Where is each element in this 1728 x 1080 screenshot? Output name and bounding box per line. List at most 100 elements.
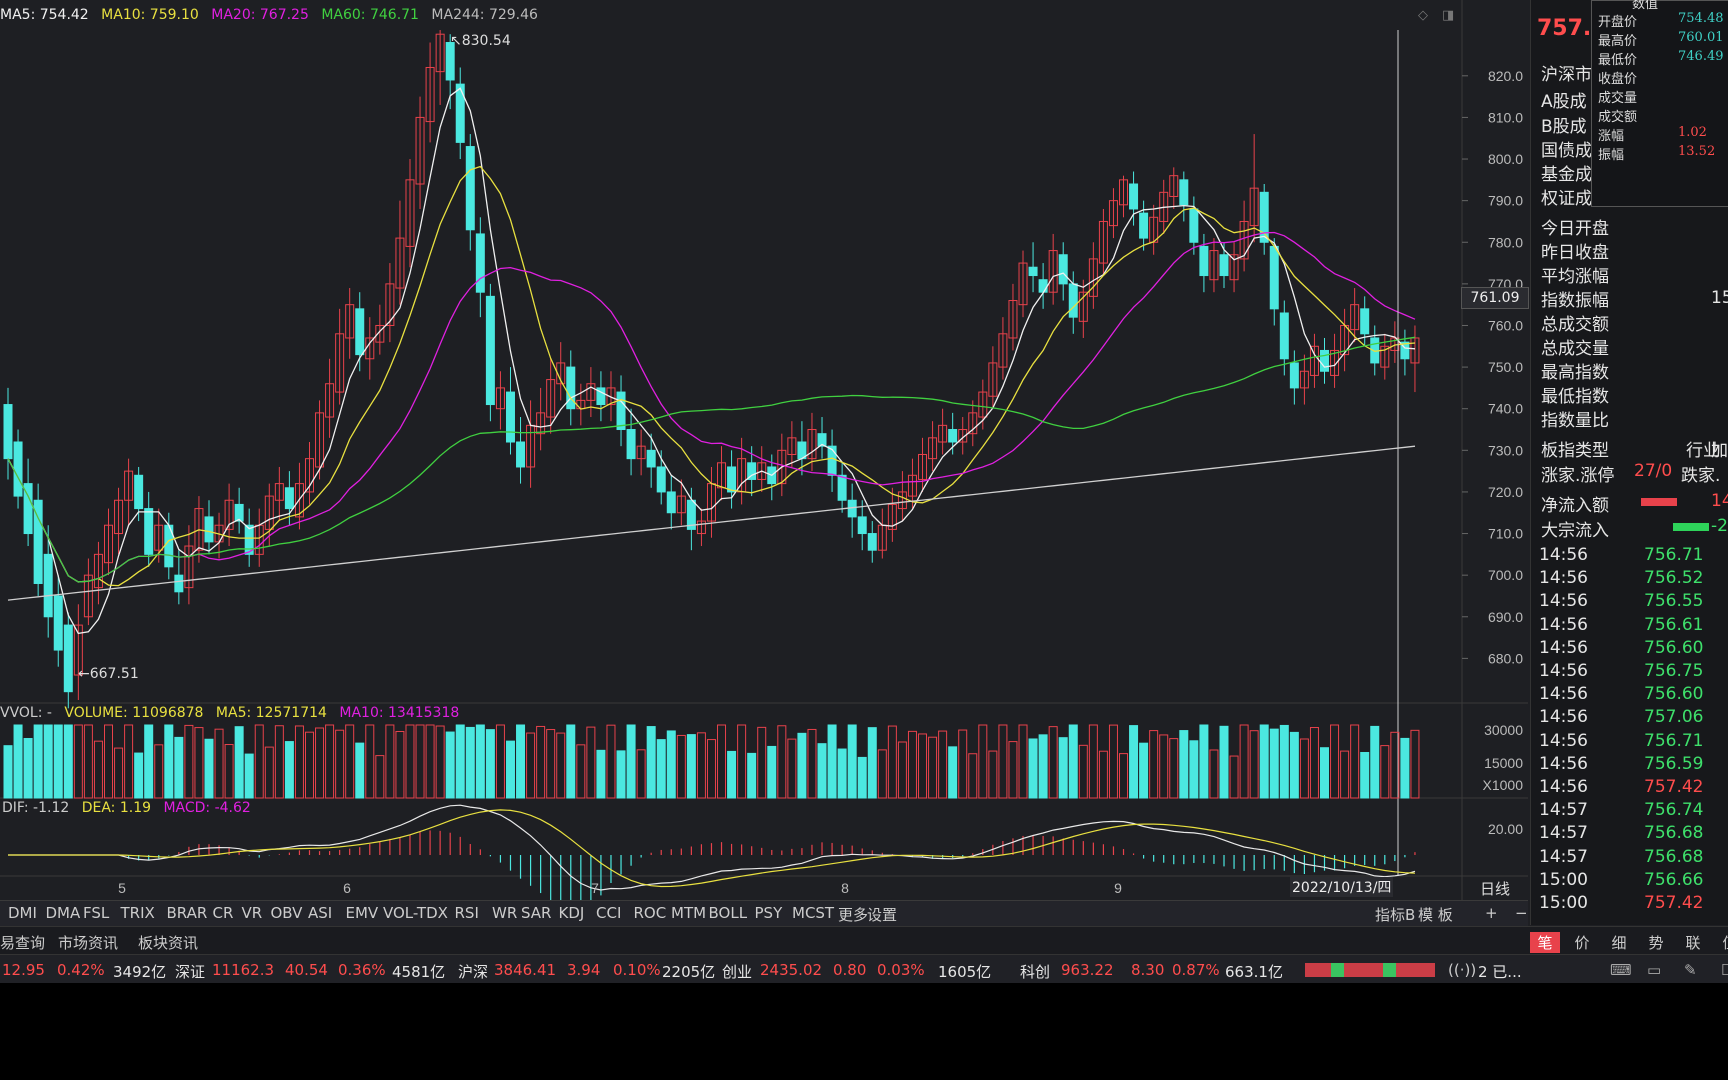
tick-price: 756.55 [1644, 591, 1704, 612]
indicator-tab-3[interactable]: TRIX [121, 904, 155, 922]
chat-icon[interactable]: ☐ [1721, 961, 1728, 979]
monitor-icon[interactable]: ▭ [1647, 961, 1661, 979]
stat-label-1: A股成 [1541, 92, 1587, 112]
tick-time: 14:56 [1539, 591, 1588, 612]
y-tick-label: 740.0 [1488, 401, 1523, 417]
candle-body [867, 533, 877, 551]
x-tick-label: 7 [591, 880, 599, 896]
high-value: 830.54 [461, 33, 511, 49]
volume-bar [455, 724, 465, 799]
indicator-tab-12[interactable]: WR [492, 904, 517, 922]
inflow-bar [1641, 498, 1677, 506]
indicator-tab-14[interactable]: KDJ [559, 904, 585, 922]
candle-body [204, 516, 214, 543]
stat-label-0: 沪深市 [1541, 65, 1592, 85]
tick-time: 14:56 [1539, 568, 1588, 589]
indicator-tab-4[interactable]: BRAR [167, 904, 208, 922]
indicator-tab-15[interactable]: CCI [596, 904, 621, 922]
indicator-tab-18[interactable]: BOLL [709, 904, 748, 922]
status-item-22: 663.1亿 [1225, 963, 1283, 981]
tick-time: 14:56 [1539, 753, 1588, 774]
quote-tab-0[interactable]: 笔 [1530, 932, 1560, 953]
indicator-tab-2[interactable]: FSL [83, 904, 109, 922]
indicator-tab-22[interactable]: 设置 [867, 904, 897, 925]
ma60-label: MA60: 746.71 [321, 7, 419, 23]
status-item-7: 4581亿 [392, 963, 446, 981]
candle-body [174, 574, 184, 593]
diamond-icon[interactable]: ◇ [1418, 8, 1428, 23]
toolbar-right-2[interactable]: + [1485, 904, 1498, 922]
candle-body [1279, 312, 1289, 360]
panel-toggle-icon[interactable]: ◨ [1442, 8, 1454, 23]
indicator-tab-21[interactable]: 更多 [838, 904, 868, 925]
candle-body [234, 503, 244, 522]
quote-tab-3[interactable]: 势 [1641, 932, 1671, 953]
candle-body [134, 474, 144, 510]
indicator-tab-19[interactable]: PSY [755, 904, 783, 922]
indicator-tab-20[interactable]: MCST [792, 904, 834, 922]
ma5-label: MA5: 754.42 [0, 7, 89, 23]
period-label[interactable]: 日线 [1480, 878, 1510, 899]
indicator-tab-7[interactable]: OBV [271, 904, 303, 922]
signal-icon[interactable]: ((·)) [1448, 961, 1476, 979]
tick-price: 757.42 [1644, 777, 1704, 797]
quote-tab-5[interactable]: 值 [1715, 932, 1728, 953]
indicator-tab-16[interactable]: ROC [634, 904, 667, 922]
x-tick-label: 6 [343, 880, 351, 896]
candle-body [1199, 245, 1209, 277]
popup-row-value: 13.52 [1678, 144, 1716, 159]
candle-body [505, 391, 515, 443]
tick-price: 756.68 [1644, 846, 1704, 867]
volume-bar [626, 724, 636, 799]
indicator-tab-6[interactable]: VR [242, 904, 263, 922]
quote-tab-4[interactable]: 联 [1678, 932, 1708, 953]
candle-body [1068, 283, 1078, 318]
bottom-tab-1[interactable]: 市场资讯 [58, 932, 118, 953]
toolbar-right-0[interactable]: 指标B [1375, 904, 1415, 925]
popup-row: 最高价 760.01 [1598, 30, 1726, 49]
tick-row: 14:56 756.52 [1539, 568, 1724, 591]
bottom-tab-2[interactable]: 板块资讯 [138, 932, 198, 953]
stat-label-3: 国债成 [1541, 141, 1592, 161]
status-item-14: 2435.02 [760, 961, 823, 979]
stat-label-4: 基金成 [1541, 165, 1592, 185]
volume-bar [827, 724, 837, 799]
candle-body [355, 308, 365, 356]
dif-label: DIF: -1.12 [2, 800, 70, 816]
indicator-tab-11[interactable]: RSI [455, 904, 479, 922]
indicator-tab-9[interactable]: EMV [346, 904, 379, 922]
status-item-5: 40.54 [285, 961, 328, 979]
popup-row: 收盘价 [1598, 68, 1726, 87]
indicator-tab-17[interactable]: MTM [671, 904, 706, 922]
volume-bar [1279, 724, 1289, 799]
index-label[interactable]: 加 [1711, 436, 1728, 461]
x-tick-label: 5 [118, 880, 126, 896]
tick-row: 14:56 756.59 [1539, 754, 1724, 777]
tick-time: 14:56 [1539, 777, 1588, 797]
indicator-tab-0[interactable]: DMI [8, 904, 37, 922]
tool-icon[interactable]: ✎ [1684, 961, 1697, 979]
status-item-2: 3492亿 [113, 963, 167, 981]
bottom-tab-0[interactable]: 易查询 [0, 932, 45, 953]
volume-bar [646, 726, 656, 799]
keyboard-icon[interactable]: ⌨ [1610, 961, 1632, 979]
quote-tab-2[interactable]: 细 [1604, 932, 1634, 953]
popup-row: 成交额 [1598, 106, 1726, 125]
volume-bar [43, 724, 53, 799]
indicator-tab-1[interactable]: DMA [46, 904, 81, 922]
quote-tab-1[interactable]: 价 [1567, 932, 1597, 953]
tick-time: 14:56 [1539, 614, 1588, 635]
stat-label-7: 昨日收盘 [1541, 243, 1609, 263]
ma10-label: MA10: 759.10 [101, 7, 199, 23]
indicator-tab-8[interactable]: ASI [308, 904, 332, 922]
toolbar-right-3[interactable]: − [1515, 904, 1528, 922]
volume-bar [1189, 740, 1199, 799]
indicator-tab-10[interactable]: VOL-TDX [383, 904, 448, 922]
volume-bar [1068, 724, 1078, 799]
candle-body [284, 487, 294, 510]
chart-canvas[interactable]: 820.0810.0800.0790.0780.0770.0760.0750.0… [0, 0, 1528, 900]
toolbar-right-1[interactable]: 模 板 [1418, 904, 1453, 925]
indicator-tab-5[interactable]: CR [213, 904, 234, 922]
indicator-tab-13[interactable]: SAR [521, 904, 551, 922]
tick-row: 14:56 757.06 [1539, 707, 1724, 730]
